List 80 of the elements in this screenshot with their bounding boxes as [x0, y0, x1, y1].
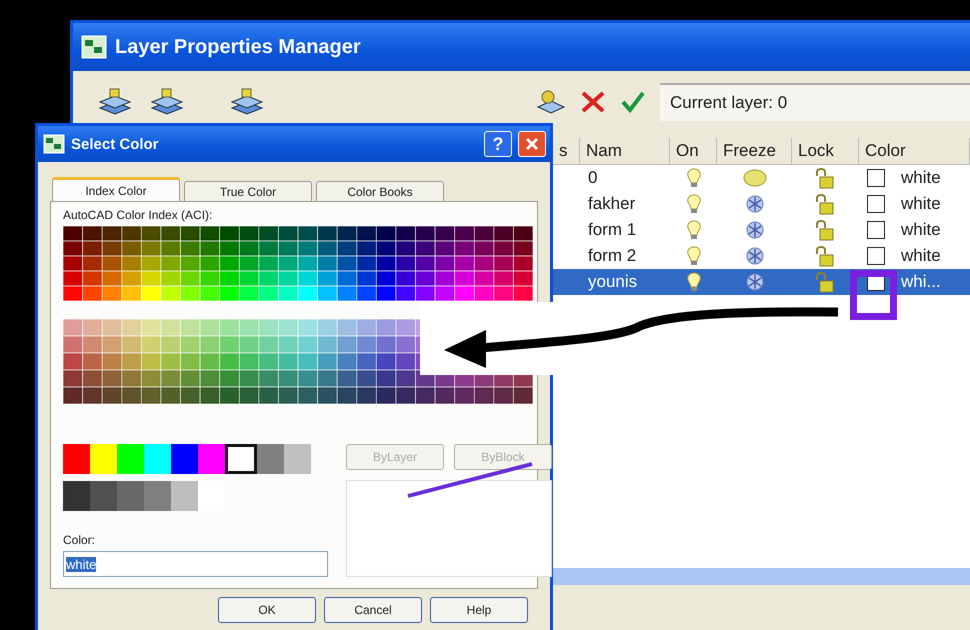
color-swatch[interactable]	[225, 444, 257, 474]
color-swatch[interactable]	[117, 481, 144, 511]
snowflake-icon[interactable]	[744, 246, 766, 266]
color-swatch[interactable]	[257, 444, 284, 474]
padlock-open-icon[interactable]	[814, 193, 836, 215]
checkmark-icon[interactable]	[620, 90, 646, 114]
layer-row[interactable]: fakher white	[553, 191, 970, 217]
lightbulb-on-icon[interactable]	[686, 168, 702, 188]
color-swatch[interactable]	[284, 444, 311, 474]
palette-label: AutoCAD Color Index (ACI):	[63, 208, 214, 222]
help-button[interactable]: Help	[430, 597, 528, 623]
color-name: white	[901, 194, 941, 214]
layer-stack-icon[interactable]	[150, 88, 184, 116]
lightbulb-on-icon[interactable]	[686, 194, 702, 214]
lightbulb-on-icon[interactable]	[686, 220, 702, 240]
snowflake-icon[interactable]	[744, 194, 766, 214]
color-swatch-icon	[867, 195, 885, 213]
color-swatch[interactable]	[144, 444, 171, 474]
color-swatch[interactable]	[90, 481, 117, 511]
help-button[interactable]: ?	[484, 131, 512, 157]
color-label: Color:	[63, 533, 96, 547]
layer-row[interactable]: younis whi...	[553, 269, 970, 295]
color-palette[interactable]	[63, 226, 533, 406]
layer-name: 0	[588, 168, 598, 188]
dialog-title: Select Color	[71, 136, 159, 152]
sun-icon[interactable]	[742, 168, 768, 188]
tab[interactable]: True Color	[184, 181, 312, 201]
column-header[interactable]: Nam	[580, 138, 670, 164]
delete-icon[interactable]	[580, 90, 606, 114]
ok-button[interactable]: OK	[218, 597, 316, 623]
color-swatch-icon	[867, 221, 885, 239]
padlock-open-icon[interactable]	[814, 219, 836, 241]
layer-row[interactable]: 0 white	[553, 165, 970, 191]
app-icon	[81, 35, 107, 59]
layer-icon[interactable]	[536, 89, 566, 115]
color-swatch[interactable]	[63, 444, 90, 474]
padlock-open-icon[interactable]	[814, 167, 836, 189]
color-swatch[interactable]	[198, 444, 225, 474]
color-name: whi...	[901, 272, 941, 292]
color-swatch[interactable]	[198, 481, 225, 511]
current-layer-field: Current layer: 0	[660, 83, 970, 121]
snowflake-icon[interactable]	[744, 220, 766, 240]
column-header[interactable]: On	[670, 138, 717, 164]
layer-row[interactable]: form 2 white	[553, 243, 970, 269]
padlock-open-icon[interactable]	[814, 245, 836, 267]
color-swatch[interactable]	[171, 444, 198, 474]
close-button[interactable]	[518, 131, 546, 157]
tab[interactable]: Color Books	[316, 181, 444, 201]
color-swatch-icon	[867, 169, 885, 187]
layer-name: form 2	[588, 246, 636, 266]
color-input-field[interactable]: white	[63, 551, 328, 577]
color-swatch[interactable]	[117, 444, 144, 474]
color-swatch[interactable]	[171, 481, 198, 511]
column-header[interactable]: Freeze	[717, 138, 792, 164]
column-header[interactable]: Lock	[792, 138, 859, 164]
layer-name: fakher	[588, 194, 636, 214]
color-swatch[interactable]	[90, 444, 117, 474]
padlock-open-icon[interactable]	[814, 271, 836, 293]
lightbulb-on-icon[interactable]	[686, 272, 702, 292]
layer-name: younis	[588, 272, 638, 292]
snowflake-icon[interactable]	[744, 272, 766, 292]
color-swatch[interactable]	[63, 481, 90, 511]
highlight-frame	[850, 270, 897, 320]
horizontal-scrollbar[interactable]	[553, 568, 970, 585]
cancel-button[interactable]: Cancel	[324, 597, 422, 623]
window-title: Layer Properties Manager	[115, 36, 361, 58]
layer-name: form 1	[588, 220, 636, 240]
app-icon	[43, 134, 65, 154]
close-icon	[525, 137, 539, 151]
tab[interactable]: Index Color	[52, 177, 180, 201]
color-name: white	[901, 168, 941, 188]
layer-stack-icon[interactable]	[230, 88, 264, 116]
color-name: white	[901, 246, 941, 266]
color-swatch[interactable]	[144, 481, 171, 511]
layer-row[interactable]: form 1 white	[553, 217, 970, 243]
lightbulb-on-icon[interactable]	[686, 246, 702, 266]
column-header[interactable]: Color	[859, 138, 970, 164]
color-swatch-icon	[867, 247, 885, 265]
new-layer-icon[interactable]	[98, 88, 132, 116]
color-name: white	[901, 220, 941, 240]
